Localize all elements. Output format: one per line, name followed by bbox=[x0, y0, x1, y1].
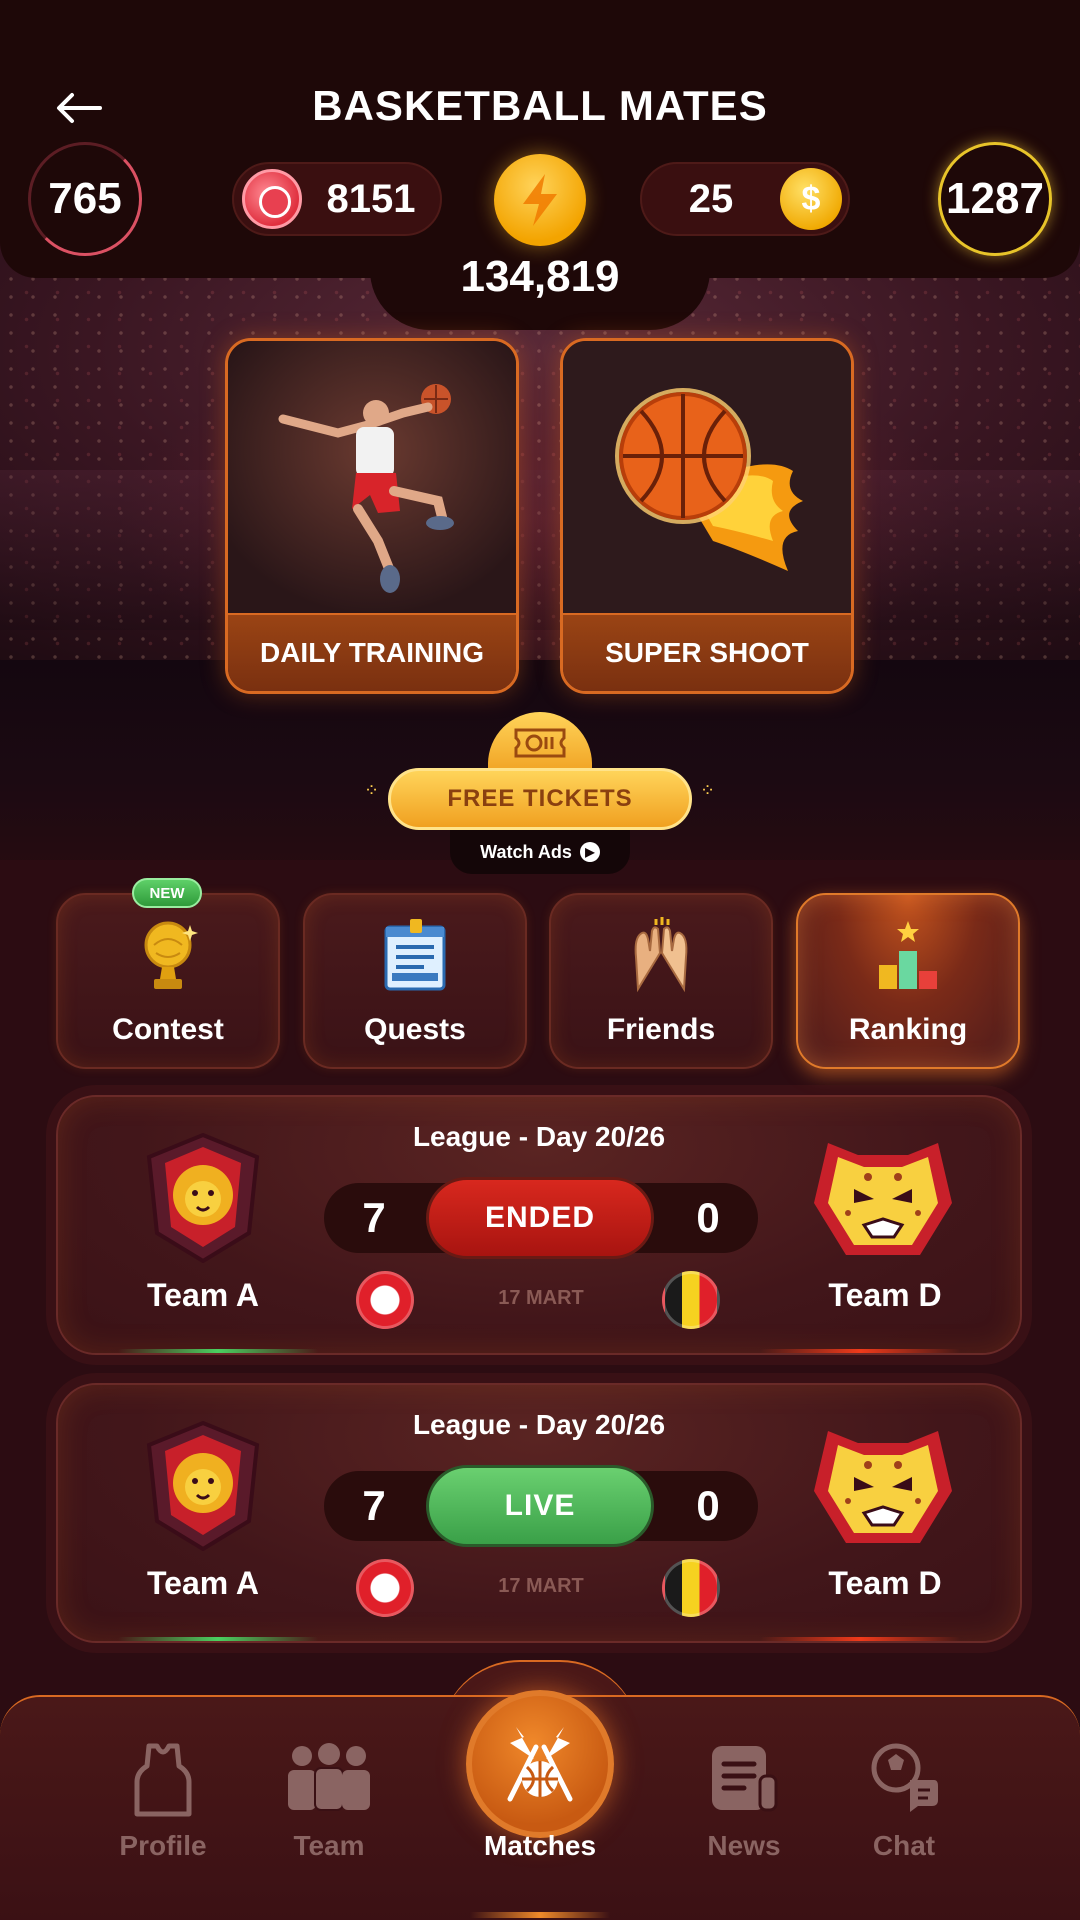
score-bar: 7 LIVE 0 bbox=[324, 1465, 758, 1547]
away-team-name: Team D bbox=[828, 1277, 942, 1313]
nav-active-glow bbox=[470, 1912, 610, 1918]
status-badge-ended: ENDED bbox=[426, 1177, 654, 1259]
glow-line-red bbox=[760, 1637, 960, 1641]
dunking-player-icon bbox=[228, 341, 516, 615]
nav-team[interactable]: Team bbox=[254, 1742, 404, 1862]
daily-training-label: DAILY TRAINING bbox=[228, 613, 516, 691]
away-score: 0 bbox=[696, 1194, 720, 1241]
energy-value: 134,819 bbox=[460, 252, 620, 301]
tile-friends-label: Friends bbox=[606, 1013, 716, 1046]
level-ring-left[interactable]: 765 bbox=[28, 142, 142, 256]
match-card-ended[interactable]: League - Day 20/26 7 ENDED 0 Team A Team… bbox=[56, 1095, 1022, 1355]
tile-ranking[interactable]: Ranking bbox=[796, 893, 1020, 1069]
coins-counter[interactable]: 25 $ bbox=[640, 162, 850, 236]
lion-crest-icon bbox=[146, 1133, 260, 1263]
away-team-name: Team D bbox=[828, 1565, 942, 1601]
lion-crest-icon bbox=[146, 1421, 260, 1551]
nav-profile[interactable]: Profile bbox=[88, 1742, 238, 1862]
match-card-live[interactable]: League - Day 20/26 7 LIVE 0 Team A Team … bbox=[56, 1383, 1022, 1643]
super-shoot-label: SUPER SHOOT bbox=[563, 613, 851, 691]
home-score: 7 bbox=[362, 1482, 386, 1529]
away-score: 0 bbox=[696, 1482, 720, 1529]
nav-team-label: Team bbox=[293, 1830, 365, 1861]
new-badge: NEW bbox=[132, 878, 202, 908]
glow-line-green bbox=[118, 1637, 318, 1641]
court-stands bbox=[0, 470, 1080, 630]
tunisia-flag-icon bbox=[356, 1559, 414, 1617]
tunisia-flag-icon bbox=[356, 1271, 414, 1329]
nav-news-label: News bbox=[707, 1830, 781, 1861]
nav-matches-label: Matches bbox=[483, 1830, 597, 1861]
tile-quests[interactable]: Quests bbox=[303, 893, 527, 1069]
free-tickets-button[interactable]: FREE TICKETS bbox=[388, 768, 692, 830]
flaming-basketball-icon bbox=[563, 341, 851, 615]
tile-ranking-label: Ranking bbox=[848, 1013, 968, 1046]
balls-value: 8151 bbox=[326, 176, 416, 221]
tile-quests-label: Quests bbox=[364, 1013, 466, 1046]
bolt-glyph bbox=[523, 174, 557, 226]
home-team-name: Team A bbox=[146, 1565, 260, 1601]
newspaper-icon bbox=[669, 1742, 819, 1822]
page-title: BASKETBALL MATES bbox=[312, 82, 768, 129]
level-ring-right[interactable]: 1287 bbox=[938, 142, 1052, 256]
nav-chat-label: Chat bbox=[872, 1830, 936, 1861]
podium-icon bbox=[873, 917, 943, 1003]
chat-icon bbox=[829, 1742, 979, 1822]
match-date: 17 MART bbox=[498, 1575, 584, 1597]
home-team-name: Team A bbox=[146, 1277, 260, 1313]
tile-friends[interactable]: Friends bbox=[549, 893, 773, 1069]
balls-counter[interactable]: 8151 bbox=[232, 162, 442, 236]
cheetah-crest-icon bbox=[814, 1431, 952, 1543]
watch-ads-button[interactable]: Watch Ads ▶ bbox=[450, 830, 630, 874]
jersey-icon bbox=[88, 1742, 238, 1822]
super-shoot-card[interactable]: SUPER SHOOT bbox=[560, 338, 854, 694]
nav-news[interactable]: News bbox=[669, 1742, 819, 1862]
basketball-icon bbox=[242, 169, 302, 229]
home-score: 7 bbox=[362, 1194, 386, 1241]
belgium-flag-icon bbox=[662, 1271, 720, 1329]
score-bar: 7 ENDED 0 bbox=[324, 1177, 758, 1259]
cheetah-crest-icon bbox=[814, 1143, 952, 1255]
nav-profile-label: Profile bbox=[119, 1830, 207, 1861]
scroll-icon bbox=[380, 917, 450, 1003]
team-icon bbox=[254, 1742, 404, 1822]
glow-line-red bbox=[760, 1349, 960, 1353]
sparkle-right-icon: ⁘ bbox=[700, 780, 716, 801]
dollar-coin-icon: $ bbox=[780, 168, 842, 230]
coins-value: 25 bbox=[688, 176, 734, 221]
watch-ads-label: Watch Ads bbox=[480, 841, 572, 862]
tile-contest[interactable]: Contest bbox=[56, 893, 280, 1069]
high-five-icon bbox=[626, 917, 696, 1003]
nav-matches[interactable]: Matches bbox=[465, 1742, 615, 1862]
status-badge-live: LIVE bbox=[426, 1465, 654, 1547]
daily-training-card[interactable]: DAILY TRAINING bbox=[225, 338, 519, 694]
glow-line-green bbox=[118, 1349, 318, 1353]
trophy-icon bbox=[136, 917, 200, 1003]
match-date: 17 MART bbox=[498, 1287, 584, 1309]
belgium-flag-icon bbox=[662, 1559, 720, 1617]
lightning-icon[interactable] bbox=[494, 154, 586, 246]
play-icon: ▶ bbox=[579, 842, 600, 862]
tile-contest-label: Contest bbox=[112, 1013, 224, 1046]
nav-chat[interactable]: Chat bbox=[829, 1742, 979, 1862]
